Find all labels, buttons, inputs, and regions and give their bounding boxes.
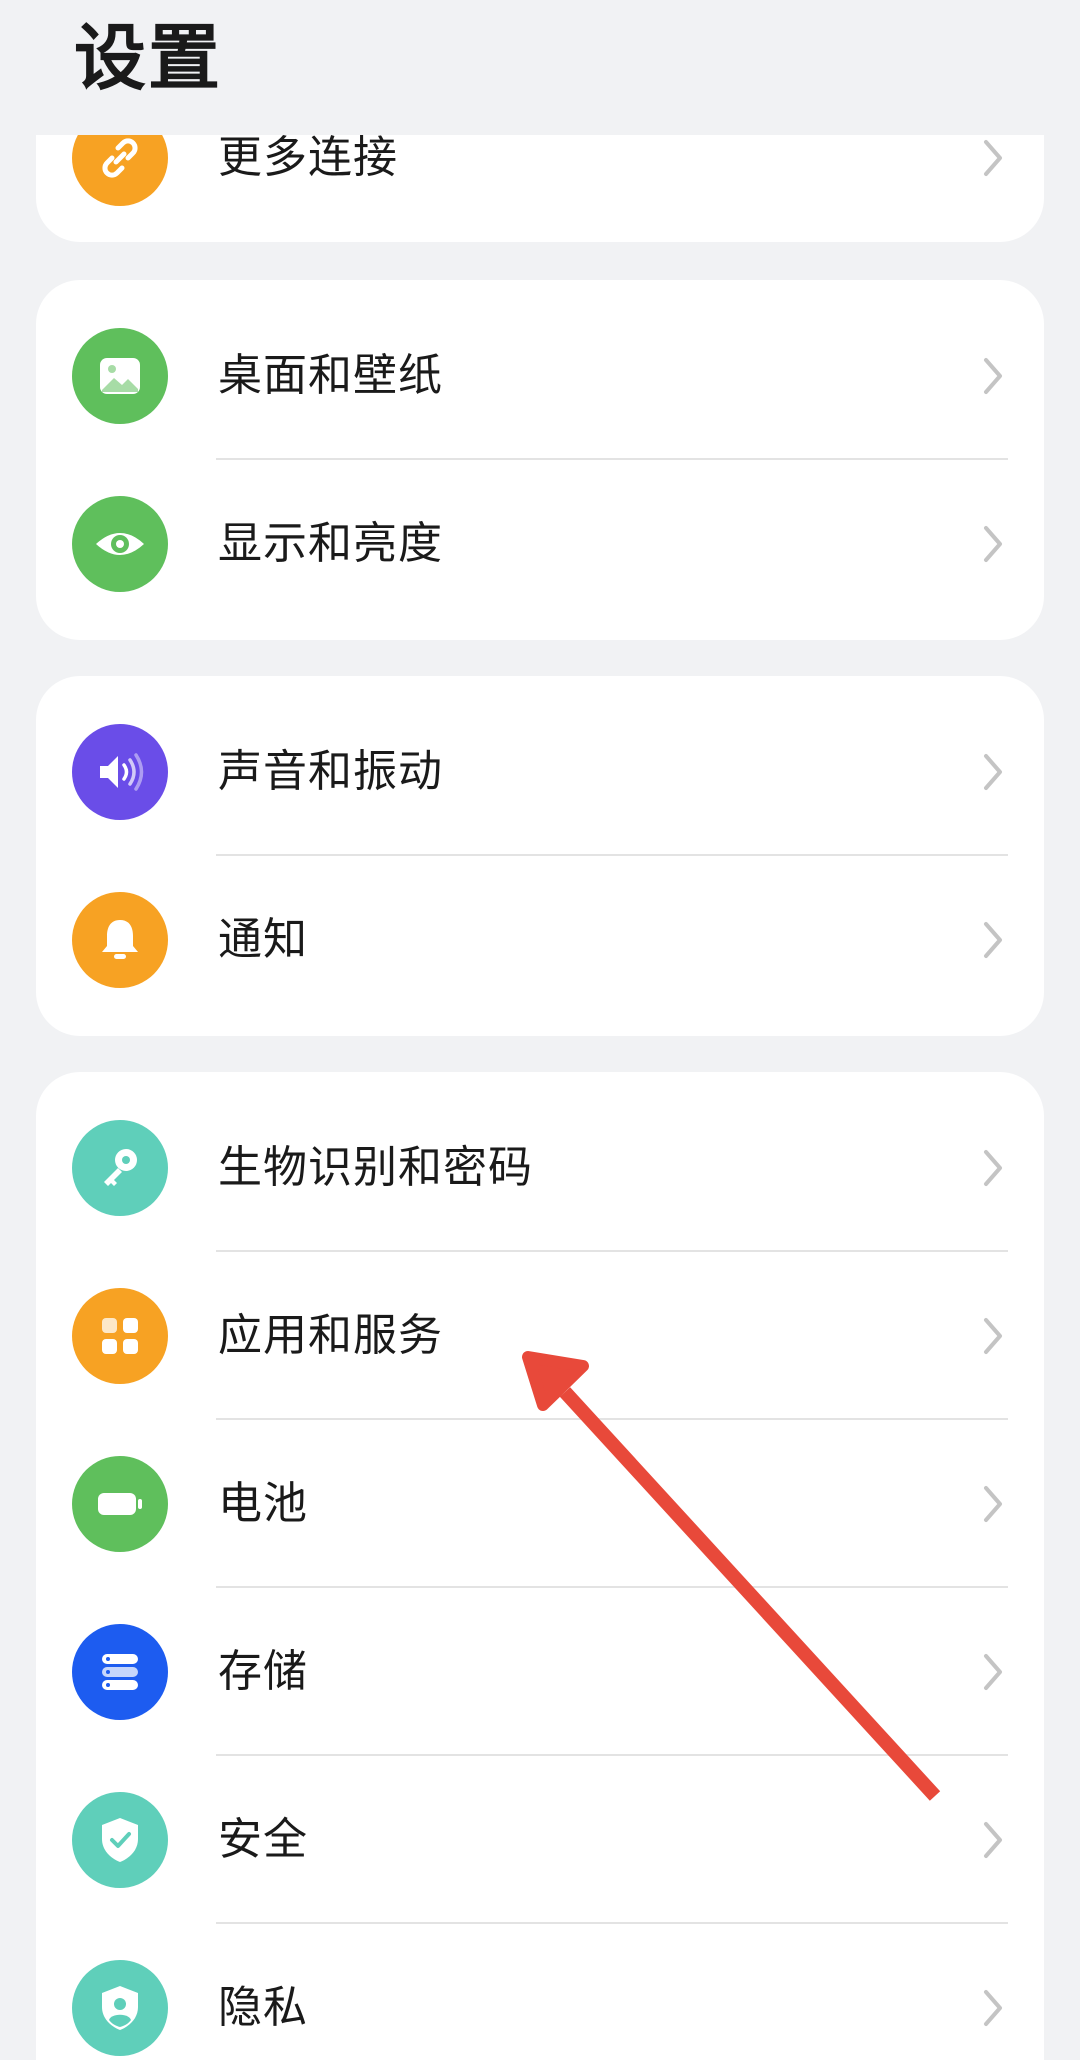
settings-screen: 更多连接 设置 桌面和壁纸 显示和亮度 声音和振动 通知 生物识别和密码 应用和… (0, 0, 1080, 2060)
chevron-right-icon (980, 1316, 1006, 1356)
settings-item-label: 显示和亮度 (218, 518, 443, 569)
page-title: 设置 (74, 16, 223, 100)
header: 设置 (0, 0, 1080, 135)
key-icon (72, 1120, 168, 1216)
chevron-right-icon (980, 920, 1006, 960)
settings-item-battery[interactable]: 电池 (36, 1420, 1044, 1588)
apps-grid-icon (72, 1288, 168, 1384)
chevron-right-icon (980, 1988, 1006, 2028)
settings-group-display: 桌面和壁纸 显示和亮度 (36, 280, 1044, 640)
settings-item-label: 电池 (218, 1478, 308, 1529)
eye-icon (72, 496, 168, 592)
settings-item-display-brightness[interactable]: 显示和亮度 (36, 460, 1044, 628)
chevron-right-icon (980, 1652, 1006, 1692)
settings-item-label: 隐私 (218, 1982, 308, 2033)
settings-item-apps-services[interactable]: 应用和服务 (36, 1252, 1044, 1420)
privacy-shield-icon (72, 1960, 168, 2056)
battery-icon (72, 1456, 168, 1552)
bell-icon (72, 892, 168, 988)
chevron-right-icon (980, 138, 1006, 178)
storage-icon (72, 1624, 168, 1720)
settings-item-privacy[interactable]: 隐私 (36, 1924, 1044, 2060)
settings-group-sound-notifications: 声音和振动 通知 (36, 676, 1044, 1036)
settings-item-label: 声音和振动 (218, 746, 443, 797)
settings-item-security[interactable]: 安全 (36, 1756, 1044, 1924)
settings-item-notifications[interactable]: 通知 (36, 856, 1044, 1024)
settings-item-label: 存储 (218, 1646, 308, 1697)
wallpaper-icon (72, 328, 168, 424)
settings-item-label: 桌面和壁纸 (218, 350, 443, 401)
chevron-right-icon (980, 524, 1006, 564)
shield-check-icon (72, 1792, 168, 1888)
settings-item-label: 生物识别和密码 (218, 1142, 533, 1193)
settings-item-storage[interactable]: 存储 (36, 1588, 1044, 1756)
chevron-right-icon (980, 1484, 1006, 1524)
settings-item-biometrics-password[interactable]: 生物识别和密码 (36, 1084, 1044, 1252)
settings-item-label: 安全 (218, 1814, 308, 1865)
chevron-right-icon (980, 356, 1006, 396)
settings-item-label: 通知 (218, 914, 308, 965)
chevron-right-icon (980, 752, 1006, 792)
settings-group-system: 生物识别和密码 应用和服务 电池 存储 安全 隐私 (36, 1072, 1044, 2060)
settings-item-sound-vibration[interactable]: 声音和振动 (36, 688, 1044, 856)
speaker-icon (72, 724, 168, 820)
settings-item-label: 应用和服务 (218, 1310, 443, 1361)
chevron-right-icon (980, 1148, 1006, 1188)
chevron-right-icon (980, 1820, 1006, 1860)
settings-item-wallpaper[interactable]: 桌面和壁纸 (36, 292, 1044, 460)
